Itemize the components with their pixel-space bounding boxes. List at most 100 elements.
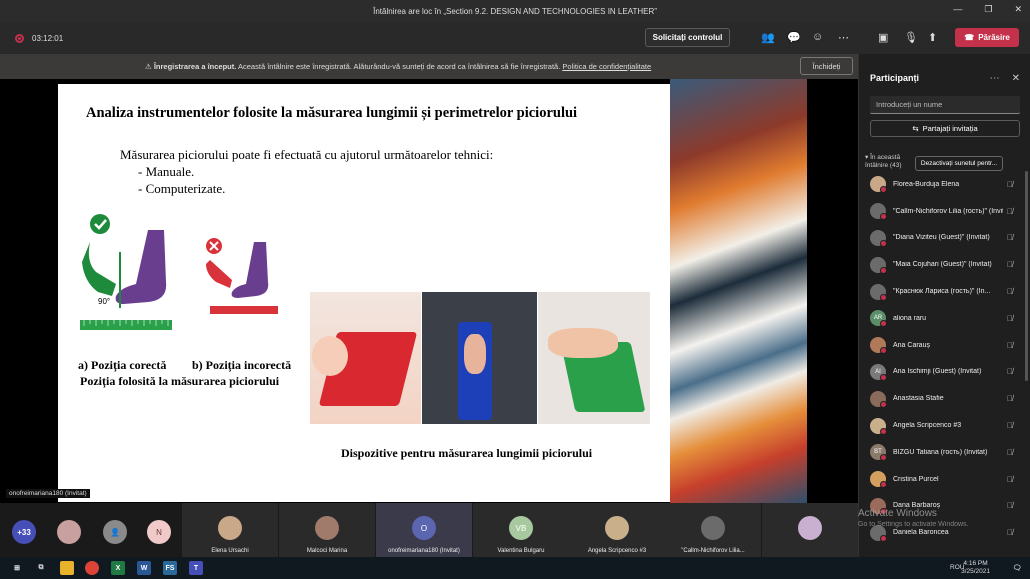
avatar[interactable] [57, 520, 81, 544]
teams-icon[interactable]: T [189, 561, 203, 575]
participant-name: aliona raru [893, 314, 927, 322]
share-invite-label: Partajați invitația [922, 124, 978, 133]
intro-item: - Computerizate. [138, 181, 226, 196]
participant-name: BÎZGU Tatiana (гость) (Invitat) [893, 448, 988, 456]
avatar[interactable]: N [147, 520, 171, 544]
file-explorer-icon[interactable] [60, 561, 74, 575]
presentation-slide: Analiza instrumentelor folosite la măsur… [58, 84, 670, 502]
camera-off-icon[interactable]: ▣ [878, 31, 888, 44]
tile-label: Valentina Bulgaru [497, 548, 545, 554]
chrome-icon[interactable] [85, 561, 99, 575]
recording-banner: ⚠ Înregistrarea a început. Această întâl… [0, 54, 858, 79]
video-tile[interactable]: "Callm-Nichiforov Lilia... [665, 503, 761, 557]
mic-off-icon[interactable]: 🎙 [904, 31, 918, 44]
avatar [870, 417, 887, 435]
participant-row[interactable]: Angela Scripcenco #3 🎙̸ [859, 412, 1023, 439]
participant-row[interactable]: "Diana Viziteu (Guest)" (Invitat) 🎙̸ [859, 225, 1023, 252]
banner-message: Această întâlnire este înregistrată. Ală… [236, 62, 563, 71]
video-tile[interactable]: Malcoci Marina [279, 503, 375, 557]
meeting-toolbar: 03:12:01 Solicitați controlul 👥 💬 ☺ ⋯ ▣ … [0, 22, 1030, 54]
participants-icon[interactable]: 👥 [761, 31, 775, 44]
request-control-button[interactable]: Solicitați controlul [645, 28, 730, 47]
mic-off-icon: 🎙̸ [1007, 421, 1013, 431]
mic-off-icon: 🎙̸ [1007, 394, 1013, 404]
word-icon[interactable]: W [137, 561, 151, 575]
angle-label: 90° [98, 297, 110, 306]
participant-name: "Diana Viziteu (Guest)" (Invitat) [893, 234, 990, 242]
section-label: În această întâlnire (43) [865, 154, 902, 169]
caption-correct: a) Poziția corectă [78, 358, 167, 372]
avatar [798, 516, 822, 540]
video-tile[interactable]: Oonofreimariana180 (Invitat) [376, 503, 472, 557]
privacy-link[interactable]: Politica de confidențialitate [562, 62, 651, 71]
mic-off-icon: 🎙̸ [1007, 287, 1013, 297]
maximize-icon[interactable]: ❐ [984, 4, 992, 15]
panel-controls: ⋯ ✕ [990, 73, 1020, 84]
windows-start-icon[interactable]: ⊞ [10, 561, 24, 575]
video-gallery: +33 👤 N Elena Ursachi Malcoci Marina Oonof… [0, 503, 858, 557]
mute-all-button[interactable]: Dezactivați sunetul pentr... [915, 156, 1003, 171]
video-tile[interactable]: VB Valentina Bulgaru [473, 503, 569, 557]
panel-title: Participanți [870, 73, 920, 83]
more-options-icon[interactable]: ⋯ [838, 31, 849, 44]
avatar: AI [870, 363, 887, 381]
panel-more-icon[interactable]: ⋯ [990, 73, 1000, 84]
mic-off-icon: 🎙̸ [1007, 206, 1013, 216]
avatar [870, 203, 887, 221]
mic-off-icon: 🎙̸ [1007, 474, 1013, 484]
clock[interactable]: 4:16 PM 3/25/2021 [961, 560, 990, 576]
tile-label: Malcoci Marina [306, 548, 348, 554]
intro-item: - Manuale. [138, 164, 195, 179]
photo-blue-device [422, 292, 537, 424]
share-invite-button[interactable]: ⇆ Partajați invitația [870, 120, 1020, 137]
windows-taskbar: ⊞ ⧉ X W FS T ROU 4:16 PM 3/25/2021 🗨 [0, 557, 1030, 579]
in-meeting-section[interactable]: ▾ În această întâlnire (43) [865, 154, 913, 170]
video-tile[interactable]: Angela Scripcenco #3 [569, 503, 665, 557]
mic-off-icon: 🎙̸ [1007, 447, 1013, 457]
reactions-icon[interactable]: ☺ [812, 31, 823, 43]
chat-icon[interactable]: 💬 [787, 31, 801, 44]
participant-name: Ana Carauș [893, 341, 930, 349]
participant-row[interactable]: Ana Carauș 🎙̸ [859, 332, 1023, 359]
slide-intro: Măsurarea piciorului poate fi efectuată … [120, 146, 493, 197]
app-icon[interactable]: FS [163, 561, 177, 575]
excel-icon[interactable]: X [111, 561, 125, 575]
participant-row[interactable]: AR aliona raru 🎙̸ [859, 305, 1023, 332]
share-tray-icon[interactable]: ⬆ [928, 31, 937, 44]
correct-position-illustration: 90° [80, 214, 172, 330]
participant-row[interactable]: BT BÎZGU Tatiana (гость) (Invitat) 🎙̸ [859, 439, 1023, 466]
participant-row[interactable]: "Callm-Nichiforov Lilia (гость)" (Invita… [859, 198, 1023, 225]
phone-icon: ☎ [964, 33, 975, 42]
video-tile[interactable]: Elena Ursachi [182, 503, 278, 557]
caption-position: Poziția folosită la măsurarea piciorului [80, 374, 280, 388]
panel-scrollbar[interactable] [1025, 171, 1028, 381]
incorrect-position-illustration [206, 238, 278, 314]
minimize-icon[interactable]: — [953, 4, 962, 15]
participant-row[interactable]: Florea-Burduja Elena 🎙̸ [859, 171, 1023, 198]
participant-row[interactable]: Cristina Purcel 🎙̸ [859, 466, 1023, 493]
task-view-icon[interactable]: ⧉ [34, 561, 48, 575]
panel-close-icon[interactable]: ✕ [1012, 73, 1020, 84]
avatar[interactable]: 👤 [103, 520, 127, 544]
participant-name: "Краснюк Лариса (гость)" (In... [893, 288, 991, 296]
participant-row[interactable]: Anastasia Stafie 🎙̸ [859, 385, 1023, 412]
more-participants-button[interactable]: +33 [12, 520, 36, 544]
participant-row[interactable]: "Краснюк Лариса (гость)" (In... 🎙̸ [859, 278, 1023, 305]
participant-name: Daniela Baronceа [893, 529, 949, 537]
mic-off-icon: 🎙̸ [1007, 367, 1013, 377]
meeting-timer: 03:12:01 [32, 33, 64, 43]
participant-row[interactable]: AI Ana Ischimji (Guest) (Invitat) 🎙̸ [859, 359, 1023, 386]
clock-date: 3/25/2021 [961, 568, 990, 575]
notifications-icon[interactable]: 🗨 [1010, 561, 1024, 575]
mic-off-icon: 🎙̸ [1007, 340, 1013, 350]
close-window-icon[interactable]: ✕ [1014, 4, 1022, 15]
banner-close-button[interactable]: Închideți [800, 57, 853, 75]
avatar [870, 471, 887, 489]
banner-text: ⚠ Înregistrarea a început. Această întâl… [145, 62, 651, 71]
tile-label: Elena Ursachi [211, 548, 249, 554]
mic-off-icon: 🎙̸ [1007, 501, 1013, 511]
leave-button[interactable]: ☎ Părăsire [955, 28, 1019, 47]
participant-search-input[interactable]: Introduceți un nume [870, 96, 1020, 114]
participant-row[interactable]: "Maia Cojuhari (Guest)" (Invitat) 🎙̸ [859, 251, 1023, 278]
video-tile[interactable] [762, 503, 858, 557]
